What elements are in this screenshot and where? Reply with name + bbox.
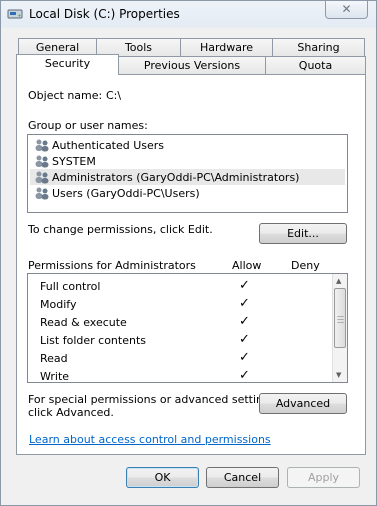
object-name-label: Object name: xyxy=(28,89,103,102)
properties-window: Local Disk (C:) Properties ✕ General Too… xyxy=(0,0,377,506)
close-button[interactable]: ✕ xyxy=(325,1,368,19)
ok-button[interactable]: OK xyxy=(126,467,199,488)
close-icon: ✕ xyxy=(341,2,352,16)
learn-more-link[interactable]: Learn about access control and permissio… xyxy=(29,433,271,446)
deny-header: Deny xyxy=(291,259,320,272)
table-row: Write ✓ xyxy=(40,368,250,383)
allow-header: Allow xyxy=(232,259,262,272)
tab-hardware[interactable]: Hardware xyxy=(180,38,273,57)
cancel-button[interactable]: Cancel xyxy=(206,467,279,488)
special-permissions-text-2: click Advanced. xyxy=(28,406,114,419)
scroll-up-icon[interactable]: ▲ xyxy=(336,277,341,285)
table-row: Read ✓ xyxy=(40,350,250,365)
change-permissions-text: To change permissions, click Edit. xyxy=(28,223,213,236)
table-row: Full control ✓ xyxy=(40,278,250,293)
users-group-icon xyxy=(34,186,50,200)
check-icon: ✓ xyxy=(239,368,250,383)
security-panel: Object name: C:\ Group or user names: Au… xyxy=(16,74,366,455)
title-bar[interactable]: Local Disk (C:) Properties ✕ xyxy=(1,1,376,28)
list-item[interactable]: SYSTEM xyxy=(30,153,345,169)
edit-button[interactable]: Edit... xyxy=(259,223,347,244)
list-item[interactable]: Users (GaryOddi-PC\Users) xyxy=(30,185,345,201)
table-row: Read & execute ✓ xyxy=(40,314,250,329)
tab-security[interactable]: Security xyxy=(16,54,119,75)
list-item-selected[interactable]: Administrators (GaryOddi-PC\Administrato… xyxy=(30,169,345,185)
table-row: Modify ✓ xyxy=(40,296,250,311)
users-group-icon xyxy=(34,154,50,168)
tab-previous-versions[interactable]: Previous Versions xyxy=(118,56,266,75)
check-icon: ✓ xyxy=(239,314,250,329)
object-name-value: C:\ xyxy=(106,89,122,102)
advanced-button[interactable]: Advanced xyxy=(259,393,347,414)
grip-icon: — — — xyxy=(337,312,344,326)
tab-sharing[interactable]: Sharing xyxy=(272,38,365,57)
table-row: List folder contents ✓ xyxy=(40,332,250,347)
scroll-down-icon[interactable]: ▼ xyxy=(336,371,341,379)
apply-button[interactable]: Apply xyxy=(287,467,360,488)
check-icon: ✓ xyxy=(239,332,250,347)
group-users-label: Group or user names: xyxy=(28,119,148,132)
check-icon: ✓ xyxy=(239,350,250,365)
window-title: Local Disk (C:) Properties xyxy=(29,7,180,21)
permissions-listbox[interactable]: Full control ✓ Modify ✓ Read & execute ✓… xyxy=(27,273,348,383)
tab-quota[interactable]: Quota xyxy=(265,56,366,75)
permissions-scrollbar[interactable]: ▲ — — — ▼ xyxy=(332,274,347,382)
permissions-header: Permissions for Administrators xyxy=(28,259,196,272)
scroll-thumb[interactable]: — — — xyxy=(334,288,346,348)
list-item[interactable]: Authenticated Users xyxy=(30,137,345,153)
check-icon: ✓ xyxy=(239,278,250,293)
special-permissions-text-1: For special permissions or advanced sett… xyxy=(28,393,280,406)
users-group-icon xyxy=(34,170,50,184)
users-listbox[interactable]: Authenticated Users SYSTEM Administrator… xyxy=(27,134,348,213)
drive-icon xyxy=(7,7,23,21)
users-group-icon xyxy=(34,138,50,152)
check-icon: ✓ xyxy=(239,296,250,311)
